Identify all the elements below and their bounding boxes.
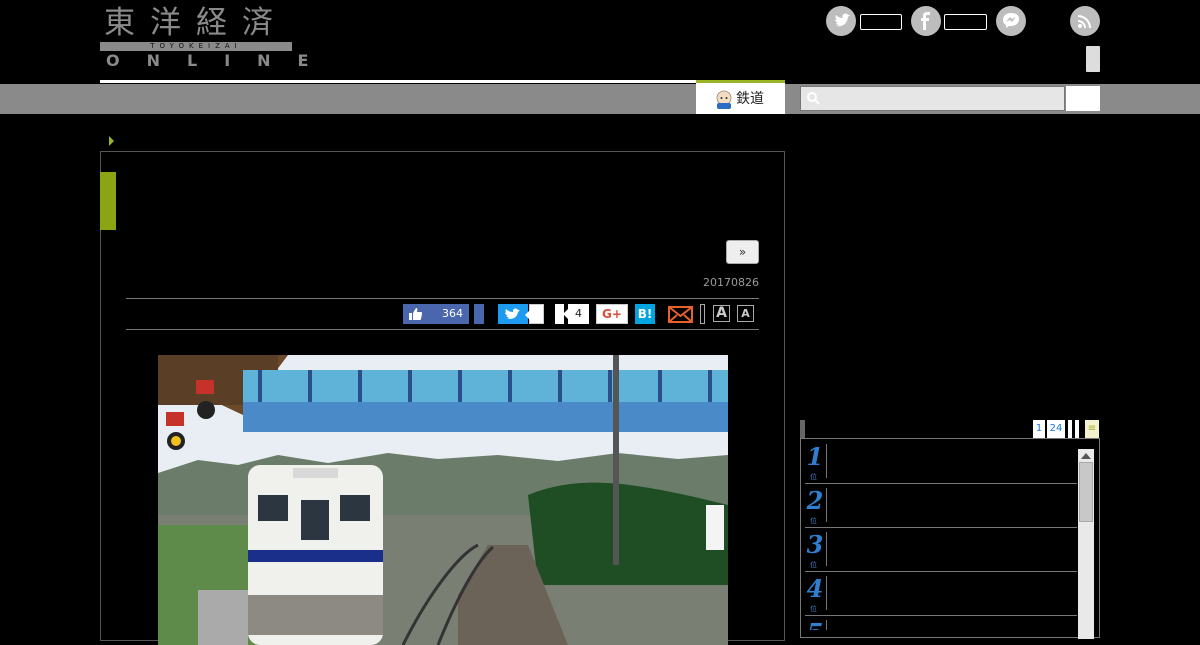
logo-subtitle: TOYOKEIZAI (150, 42, 242, 50)
rank-divider (826, 488, 827, 522)
article-photo[interactable] (158, 355, 728, 645)
rank-suffix: 位 (810, 517, 817, 525)
article-date: 20170826 (703, 276, 759, 289)
rank-number: 5 (805, 620, 825, 631)
ranking-page-24[interactable]: 24 (1047, 420, 1065, 438)
title-accent-bar (100, 172, 116, 230)
twitter-share-button[interactable] (498, 304, 528, 324)
facebook-count-box (944, 14, 987, 30)
search-icon (807, 92, 820, 105)
site-logo[interactable]: 東洋経済 TOYOKEIZAI ONLINE (100, 5, 308, 70)
ranking-tab-c[interactable]: ≡ (1085, 420, 1099, 438)
rank-divider (826, 576, 827, 610)
ranking-page-1[interactable]: 1 (1033, 420, 1045, 438)
facebook-share-button[interactable] (474, 304, 484, 324)
rss-icon[interactable] (1070, 6, 1100, 36)
ranking-tab-a[interactable] (1068, 420, 1072, 438)
next-page-button[interactable]: » (726, 240, 759, 264)
search-input[interactable] (800, 86, 1065, 111)
nav-top-line (100, 80, 696, 83)
rank-divider (826, 532, 827, 566)
scroll-up-arrow-icon[interactable] (1081, 453, 1091, 459)
ranking-item[interactable]: 5 位 (805, 616, 1077, 630)
rank-number: 1 (806, 442, 824, 471)
thumbs-up-icon (409, 308, 422, 320)
ranking-header-bar (800, 420, 805, 438)
twitter-icon[interactable] (826, 6, 856, 36)
google-plus-button[interactable]: G+ (596, 304, 628, 324)
rank-divider (826, 444, 827, 478)
facebook-like-button[interactable]: 364 (403, 304, 469, 324)
tab-railway-label: 鉄道 (736, 91, 764, 107)
logo-online: ONLINE (106, 51, 336, 70)
search-button[interactable] (1066, 86, 1100, 111)
rank-suffix: 位 (810, 473, 817, 481)
ranking-item[interactable]: 1 位 (805, 440, 1077, 484)
twitter-bird-icon (505, 308, 520, 319)
ranking-item[interactable]: 2 位 (805, 484, 1077, 528)
twitter-count-box (860, 14, 902, 30)
facebook-icon[interactable] (911, 6, 941, 36)
messenger-icon[interactable] (996, 6, 1026, 36)
scroll-thumb[interactable] (1079, 462, 1093, 522)
logo-kanji: 東洋経済 (104, 5, 288, 41)
rank-number: 2 (806, 486, 824, 515)
facebook-like-count: 364 (442, 307, 463, 320)
ranking-tab-b[interactable] (1075, 420, 1079, 438)
share-bottom-divider (126, 329, 759, 330)
rank-number: 3 (806, 530, 824, 559)
line-share-count: 4 (563, 304, 589, 324)
hatena-bookmark-button[interactable]: B! (635, 304, 655, 324)
header-side-button[interactable] (1086, 46, 1100, 72)
share-separator (700, 304, 705, 324)
ranking-item[interactable]: 3 位 (805, 528, 1077, 572)
share-top-divider (126, 298, 759, 299)
rank-number: 4 (806, 574, 824, 603)
twitter-count-box (525, 304, 544, 324)
railway-mascot-icon (716, 90, 732, 109)
ranking-scrollbar[interactable] (1078, 449, 1094, 639)
ranking-item[interactable]: 4 位 (805, 572, 1077, 616)
font-size-small-button[interactable]: A (737, 305, 754, 322)
rank-suffix: 位 (810, 605, 817, 613)
line-share-count-value: 4 (575, 307, 582, 320)
mail-icon[interactable] (668, 304, 693, 324)
rank-suffix: 位 (810, 561, 817, 569)
tab-railway[interactable]: 鉄道 (696, 80, 785, 114)
font-size-large-button[interactable]: A (713, 305, 730, 322)
breadcrumb-arrow-icon (109, 136, 114, 146)
rank-divider (826, 620, 827, 630)
